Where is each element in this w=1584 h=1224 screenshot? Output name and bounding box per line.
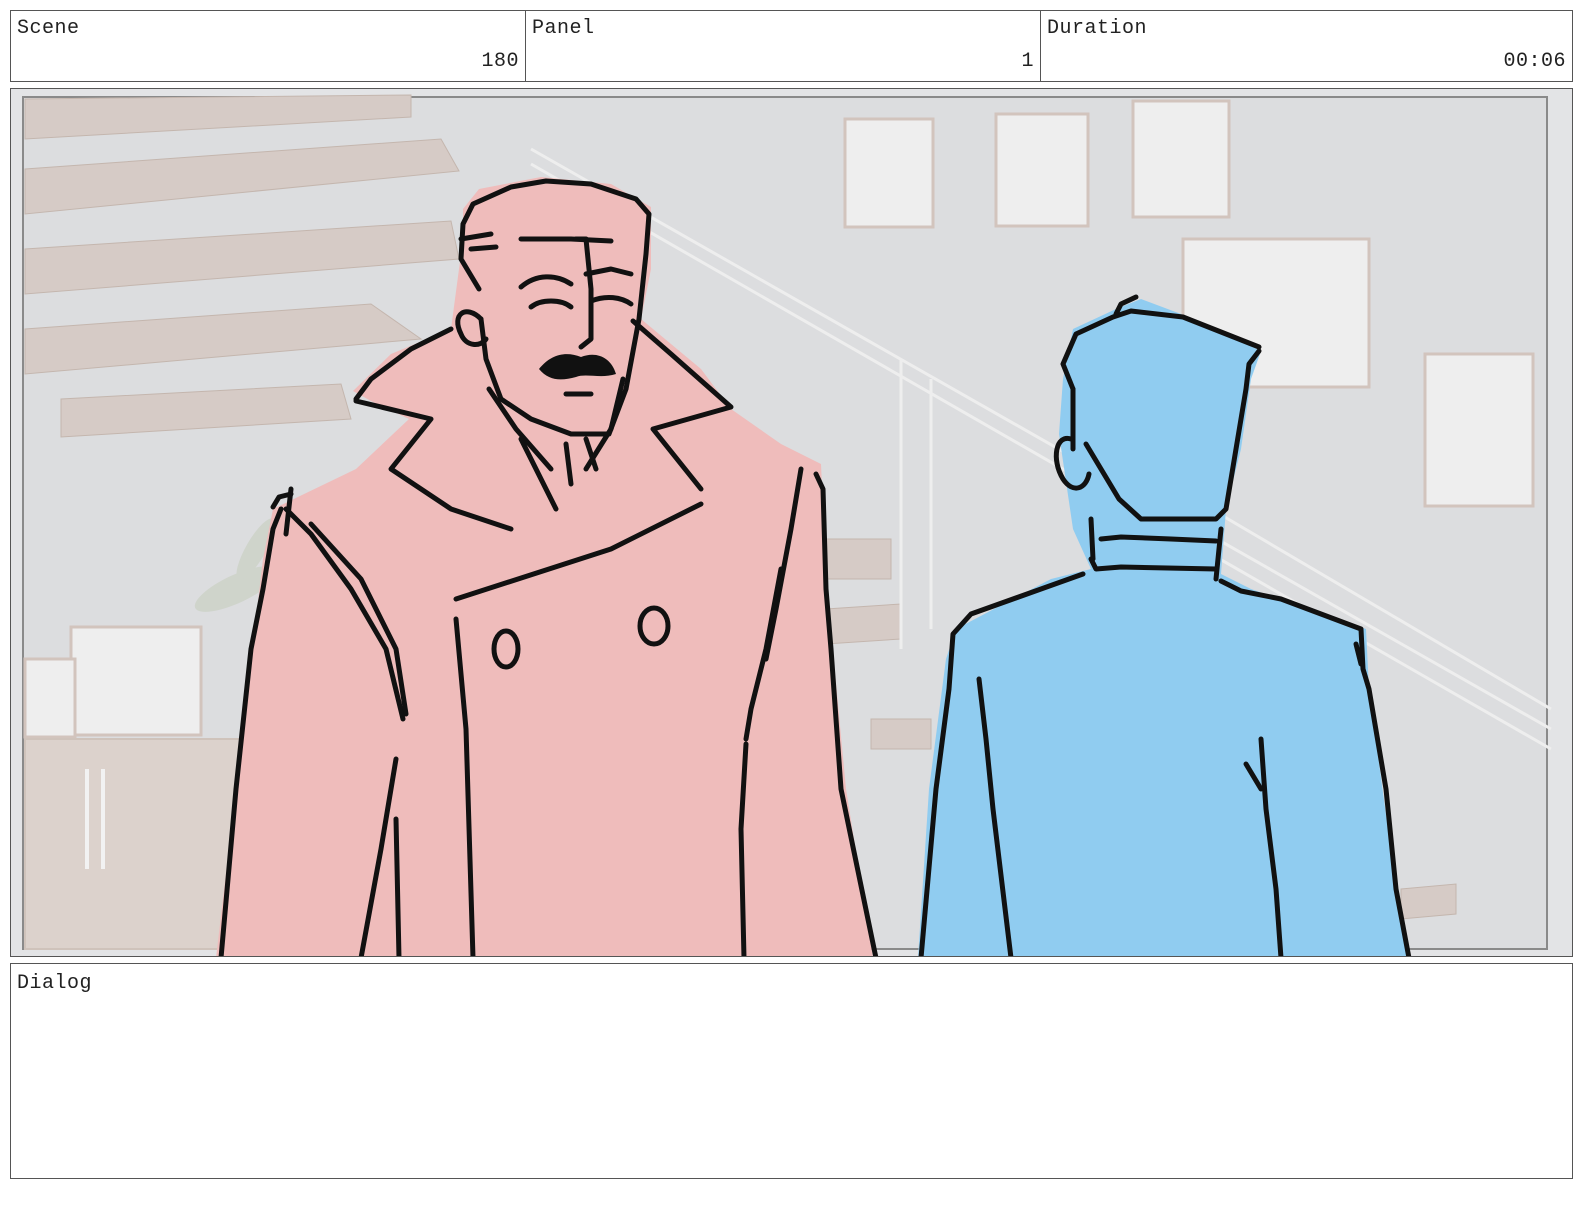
scene-label: Scene (17, 17, 80, 40)
panel-drawing (11, 89, 1572, 956)
panel-number: 1 (1021, 50, 1034, 73)
duration-cell: Duration 00:06 (1041, 11, 1572, 81)
duration-label: Duration (1047, 17, 1148, 40)
panel-label: Panel (532, 17, 595, 40)
storyboard-header: Scene 180 Panel 1 Duration 00:06 (10, 10, 1573, 82)
panel-cell: Panel 1 (526, 11, 1041, 81)
dialog-box: Dialog (10, 963, 1573, 1179)
duration-value: 00:06 (1503, 50, 1566, 73)
scene-cell: Scene 180 (11, 11, 526, 81)
scene-number: 180 (481, 50, 519, 73)
dialog-label: Dialog (17, 972, 93, 995)
storyboard-panel-image (10, 88, 1573, 957)
